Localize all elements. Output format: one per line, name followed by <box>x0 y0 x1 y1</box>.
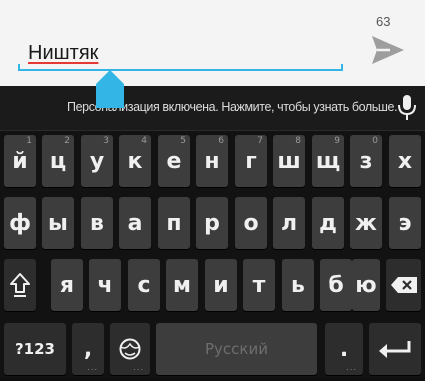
key-а[interactable]: а <box>119 197 151 249</box>
shift-key[interactable] <box>4 259 36 311</box>
key-ч[interactable]: ч <box>89 259 121 311</box>
keyboard: й1 ц2 у3 к4 е5 н6 г7 ш8 щ9 з0 х ф ы в а … <box>0 131 425 378</box>
key-ы[interactable]: ы <box>42 197 74 249</box>
key-с[interactable]: с <box>128 259 160 311</box>
field-underline <box>18 64 343 71</box>
key-row-2: ф ы в а п р о л д ж э <box>0 197 425 255</box>
message-input[interactable]: Ништяк <box>18 14 348 74</box>
emoji-icon <box>119 338 141 360</box>
key-д[interactable]: д <box>312 197 344 249</box>
mic-icon <box>398 95 416 120</box>
send-icon <box>372 36 404 64</box>
comma-key[interactable]: ,... <box>72 323 104 375</box>
cursor-handle[interactable] <box>96 70 124 108</box>
key-г[interactable]: г7 <box>235 135 267 187</box>
key-ю[interactable]: ю <box>352 259 380 311</box>
char-counter: 63 <box>376 14 391 29</box>
key-з[interactable]: з0 <box>350 135 382 187</box>
suggestion-strip[interactable]: Персонализация включена. Нажмите, чтобы … <box>0 86 425 131</box>
backspace-icon <box>390 277 417 293</box>
mic-button[interactable] <box>396 94 418 122</box>
key-row-3: я ч с м и т ь б ю <box>0 259 425 317</box>
send-button[interactable] <box>368 30 408 70</box>
key-и[interactable]: и <box>205 259 237 311</box>
key-м[interactable]: м <box>166 259 198 311</box>
period-key[interactable]: .... <box>325 323 363 375</box>
key-row-1: й1 ц2 у3 к4 е5 н6 г7 ш8 щ9 з0 х <box>0 135 425 193</box>
key-т[interactable]: т <box>243 259 275 311</box>
key-я[interactable]: я <box>51 259 83 311</box>
key-л[interactable]: л <box>273 197 305 249</box>
shift-icon <box>10 273 30 297</box>
backspace-key[interactable] <box>386 259 421 311</box>
key-к[interactable]: к4 <box>119 135 151 187</box>
symbols-key[interactable]: ?123 <box>4 323 66 375</box>
key-н[interactable]: н6 <box>196 135 228 187</box>
key-row-4: ?123 ,... ... Русский .... <box>0 323 425 381</box>
key-ш[interactable]: ш8 <box>273 135 305 187</box>
key-р[interactable]: р <box>196 197 228 249</box>
key-о[interactable]: о <box>235 197 267 249</box>
key-п[interactable]: п <box>158 197 190 249</box>
space-key[interactable]: Русский <box>156 323 317 375</box>
key-ж[interactable]: ж <box>350 197 382 249</box>
key-б[interactable]: б <box>320 259 352 311</box>
enter-icon <box>379 341 411 358</box>
key-э[interactable]: э <box>389 197 421 249</box>
key-ф[interactable]: ф <box>4 197 36 249</box>
compose-area: Ништяк 63 <box>0 0 425 86</box>
key-е[interactable]: е5 <box>158 135 190 187</box>
emoji-key[interactable]: ... <box>110 323 150 375</box>
key-ь[interactable]: ь <box>282 259 314 311</box>
key-щ[interactable]: щ9 <box>312 135 344 187</box>
key-ц[interactable]: ц2 <box>42 135 74 187</box>
enter-key[interactable] <box>369 323 421 375</box>
typed-text: Ништяк <box>28 42 99 64</box>
key-в[interactable]: в <box>81 197 113 249</box>
key-у[interactable]: у3 <box>81 135 113 187</box>
key-й[interactable]: й1 <box>4 135 36 187</box>
key-х[interactable]: х <box>389 135 421 187</box>
